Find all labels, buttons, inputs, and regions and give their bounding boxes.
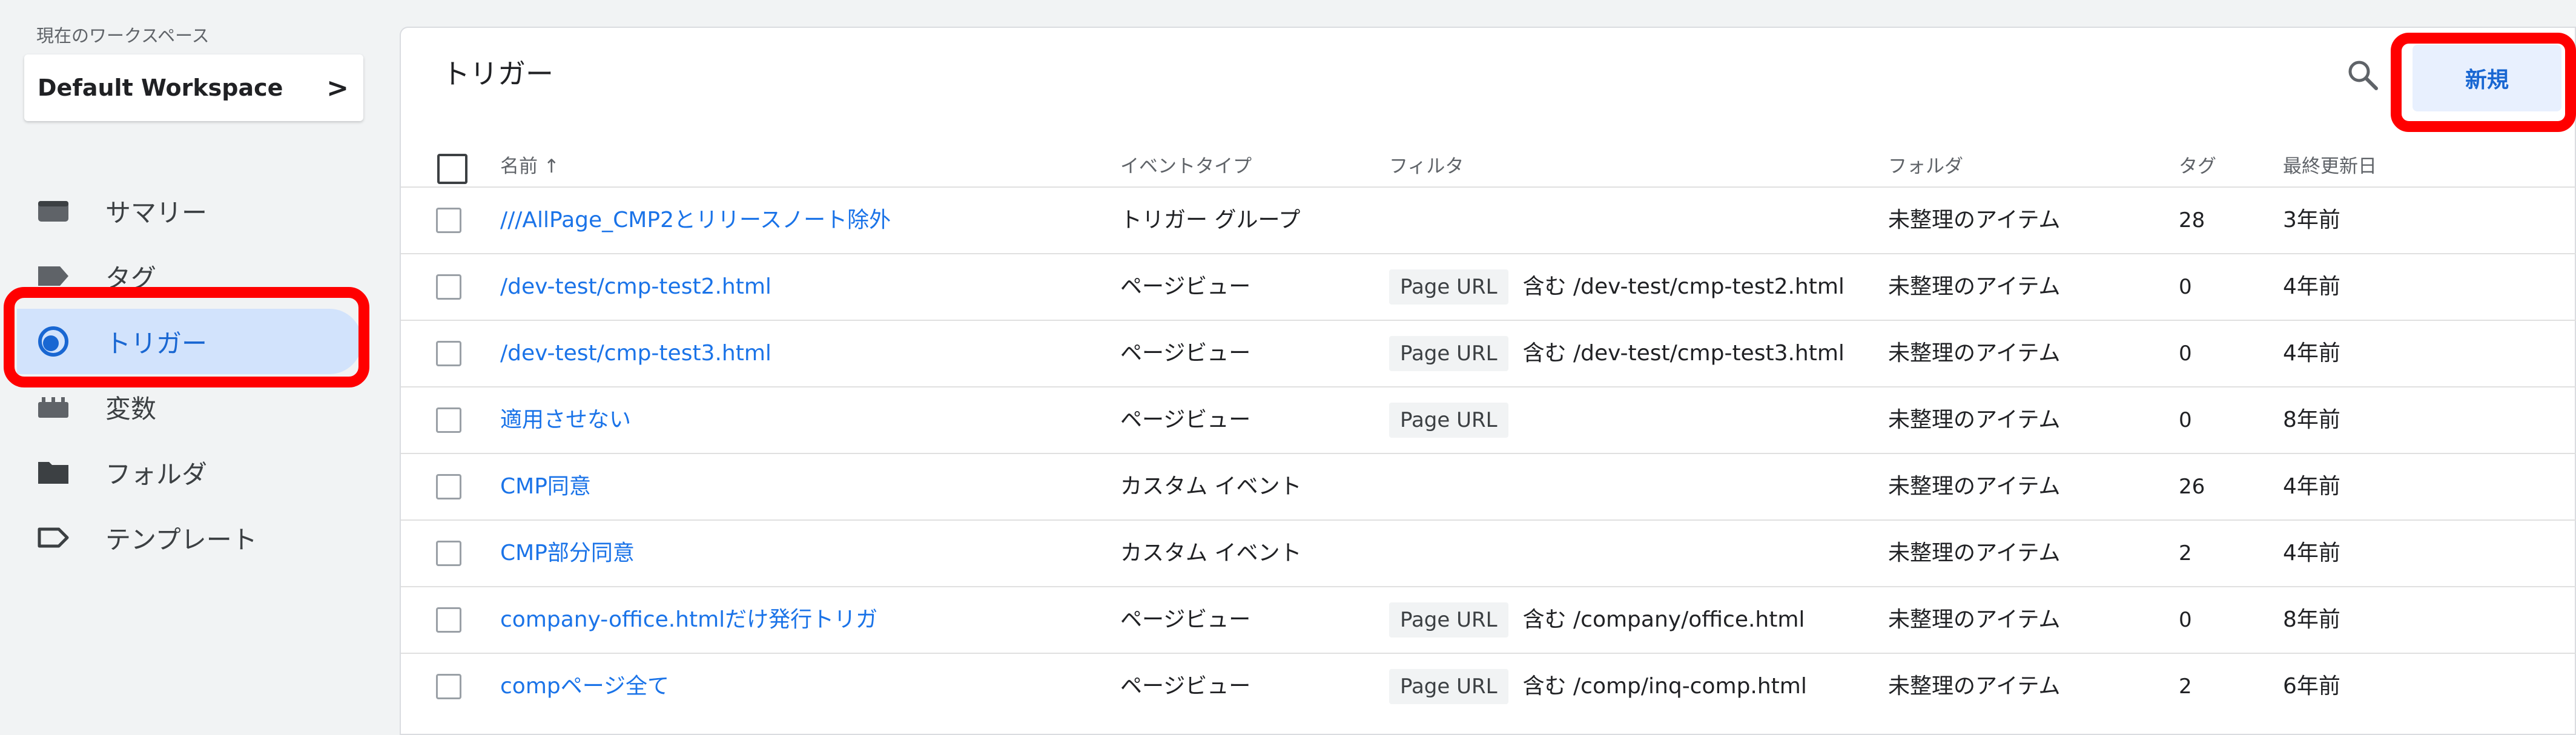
row-checkbox[interactable] xyxy=(436,541,461,566)
last-updated: 4年前 xyxy=(2283,474,2340,499)
row-checkbox[interactable] xyxy=(436,274,461,300)
trigger-name-link[interactable]: /dev-test/cmp-test3.html xyxy=(500,321,771,386)
last-updated: 4年前 xyxy=(2283,274,2340,299)
event-type: ページビュー xyxy=(1120,274,1251,299)
filter-cell: Page URL 含む /comp/inq-comp.html xyxy=(1389,654,1807,719)
workspace-name: Default Workspace xyxy=(38,74,283,101)
sidebar-item-label: フォルダ xyxy=(105,459,208,489)
table-row[interactable]: company-office.htmlだけ発行トリガ ページビュー Page U… xyxy=(401,586,2576,653)
last-updated: 6年前 xyxy=(2283,674,2340,699)
tag-count: 26 xyxy=(2179,475,2205,499)
tag-count: 0 xyxy=(2179,608,2192,632)
folder-name: 未整理のアイテム xyxy=(1888,208,2061,232)
row-checkbox[interactable] xyxy=(436,341,461,366)
sidebar: 現在のワークスペース Default Workspace > サマリー タグ ト… xyxy=(0,0,375,735)
table-row[interactable]: /dev-test/cmp-test2.html ページビュー Page URL… xyxy=(401,253,2576,320)
table-row[interactable]: CMP部分同意 カスタム イベント 未整理のアイテム 2 4年前 xyxy=(401,519,2576,586)
trigger-name-link[interactable]: /dev-test/cmp-test2.html xyxy=(500,254,771,320)
trigger-name-link[interactable]: 適用させない xyxy=(500,387,631,453)
sidebar-item-label: 変数 xyxy=(105,394,157,424)
folder-name: 未整理のアイテム xyxy=(1888,407,2061,432)
sidebar-item-folders[interactable]: フォルダ xyxy=(17,440,362,505)
trigger-name-link[interactable]: CMP部分同意 xyxy=(500,521,635,586)
filter-condition: 含む /company/office.html xyxy=(1522,607,1805,632)
event-type: ページビュー xyxy=(1120,674,1251,699)
last-updated: 3年前 xyxy=(2283,208,2340,232)
tag-count: 2 xyxy=(2179,674,2192,699)
tag-count: 0 xyxy=(2179,275,2192,299)
folder-icon xyxy=(36,455,70,489)
chevron-right-icon: > xyxy=(326,72,349,104)
filter-cell: Page URL 含む /company/office.html xyxy=(1389,587,1805,653)
trigger-name-link[interactable]: ///AllPage_CMP2とリリースノート除外 xyxy=(500,188,891,253)
tag-count: 28 xyxy=(2179,208,2205,232)
row-checkbox[interactable] xyxy=(436,607,461,633)
filter-chip: Page URL xyxy=(1389,336,1508,371)
select-all-checkbox[interactable] xyxy=(437,154,467,184)
variable-icon xyxy=(36,390,70,424)
event-type: カスタム イベント xyxy=(1120,541,1302,565)
sidebar-item-summary[interactable]: サマリー xyxy=(17,178,362,243)
summary-icon xyxy=(36,194,70,228)
tag-count: 0 xyxy=(2179,341,2192,366)
filter-condition: 含む /dev-test/cmp-test3.html xyxy=(1522,341,1844,366)
sidebar-item-label: サマリー xyxy=(105,197,208,228)
last-updated: 8年前 xyxy=(2283,607,2340,632)
folder-name: 未整理のアイテム xyxy=(1888,607,2061,632)
filter-cell: Page URL 含む /dev-test/cmp-test2.html xyxy=(1389,254,1844,320)
filter-cell: Page URL xyxy=(1389,387,1508,453)
folder-name: 未整理のアイテム xyxy=(1888,341,2061,366)
filter-condition: 含む /comp/inq-comp.html xyxy=(1522,674,1807,699)
event-type: ページビュー xyxy=(1120,607,1251,632)
row-checkbox[interactable] xyxy=(436,474,461,499)
event-type: ページビュー xyxy=(1120,341,1251,366)
filter-condition: 含む /dev-test/cmp-test2.html xyxy=(1522,274,1844,299)
row-checkbox[interactable] xyxy=(436,674,461,699)
highlight-box-new xyxy=(2391,33,2576,132)
event-type: カスタム イベント xyxy=(1120,474,1302,499)
last-updated: 4年前 xyxy=(2283,541,2340,565)
folder-name: 未整理のアイテム xyxy=(1888,541,2061,565)
event-type: トリガー グループ xyxy=(1120,208,1301,232)
trigger-name-link[interactable]: CMP同意 xyxy=(500,454,591,519)
filter-chip: Page URL xyxy=(1389,602,1508,638)
folder-name: 未整理のアイテム xyxy=(1888,474,2061,499)
filter-chip: Page URL xyxy=(1389,403,1508,438)
page-title: トリガー xyxy=(442,58,553,90)
last-updated: 8年前 xyxy=(2283,407,2340,432)
trigger-name-link[interactable]: compページ全て xyxy=(500,654,669,719)
event-type: ページビュー xyxy=(1120,407,1251,432)
tag-count: 0 xyxy=(2179,408,2192,432)
row-checkbox[interactable] xyxy=(436,208,461,233)
search-icon[interactable] xyxy=(2345,57,2381,96)
highlight-box-triggers xyxy=(4,287,369,387)
sidebar-item-templates[interactable]: テンプレート xyxy=(17,505,362,570)
table-row[interactable]: ///AllPage_CMP2とリリースノート除外 トリガー グループ 未整理の… xyxy=(401,186,2576,253)
filter-chip: Page URL xyxy=(1389,669,1508,704)
filter-chip: Page URL xyxy=(1389,269,1508,305)
workspace-caption: 現在のワークスペース xyxy=(36,25,210,46)
last-updated: 4年前 xyxy=(2283,341,2340,366)
table-row[interactable]: CMP同意 カスタム イベント 未整理のアイテム 26 4年前 xyxy=(401,453,2576,519)
sidebar-item-label: テンプレート xyxy=(105,524,257,555)
workspace-selector[interactable]: Default Workspace > xyxy=(24,54,363,121)
trigger-name-link[interactable]: company-office.htmlだけ発行トリガ xyxy=(500,587,877,653)
filter-cell: Page URL 含む /dev-test/cmp-test3.html xyxy=(1389,321,1844,386)
table-row[interactable]: compページ全て ページビュー Page URL 含む /comp/inq-c… xyxy=(401,653,2576,719)
triggers-panel: トリガー 新規 名前 ↑ イベントタイプ フィルタ フォルダ タグ 最終更新日 … xyxy=(400,27,2576,735)
table-row[interactable]: 適用させない ページビュー Page URL 未整理のアイテム 0 8年前 xyxy=(401,386,2576,453)
table-row[interactable]: /dev-test/cmp-test3.html ページビュー Page URL… xyxy=(401,320,2576,386)
template-icon xyxy=(36,521,70,555)
row-checkbox[interactable] xyxy=(436,407,461,433)
folder-name: 未整理のアイテム xyxy=(1888,274,2061,299)
folder-name: 未整理のアイテム xyxy=(1888,674,2061,699)
tag-count: 2 xyxy=(2179,541,2192,565)
